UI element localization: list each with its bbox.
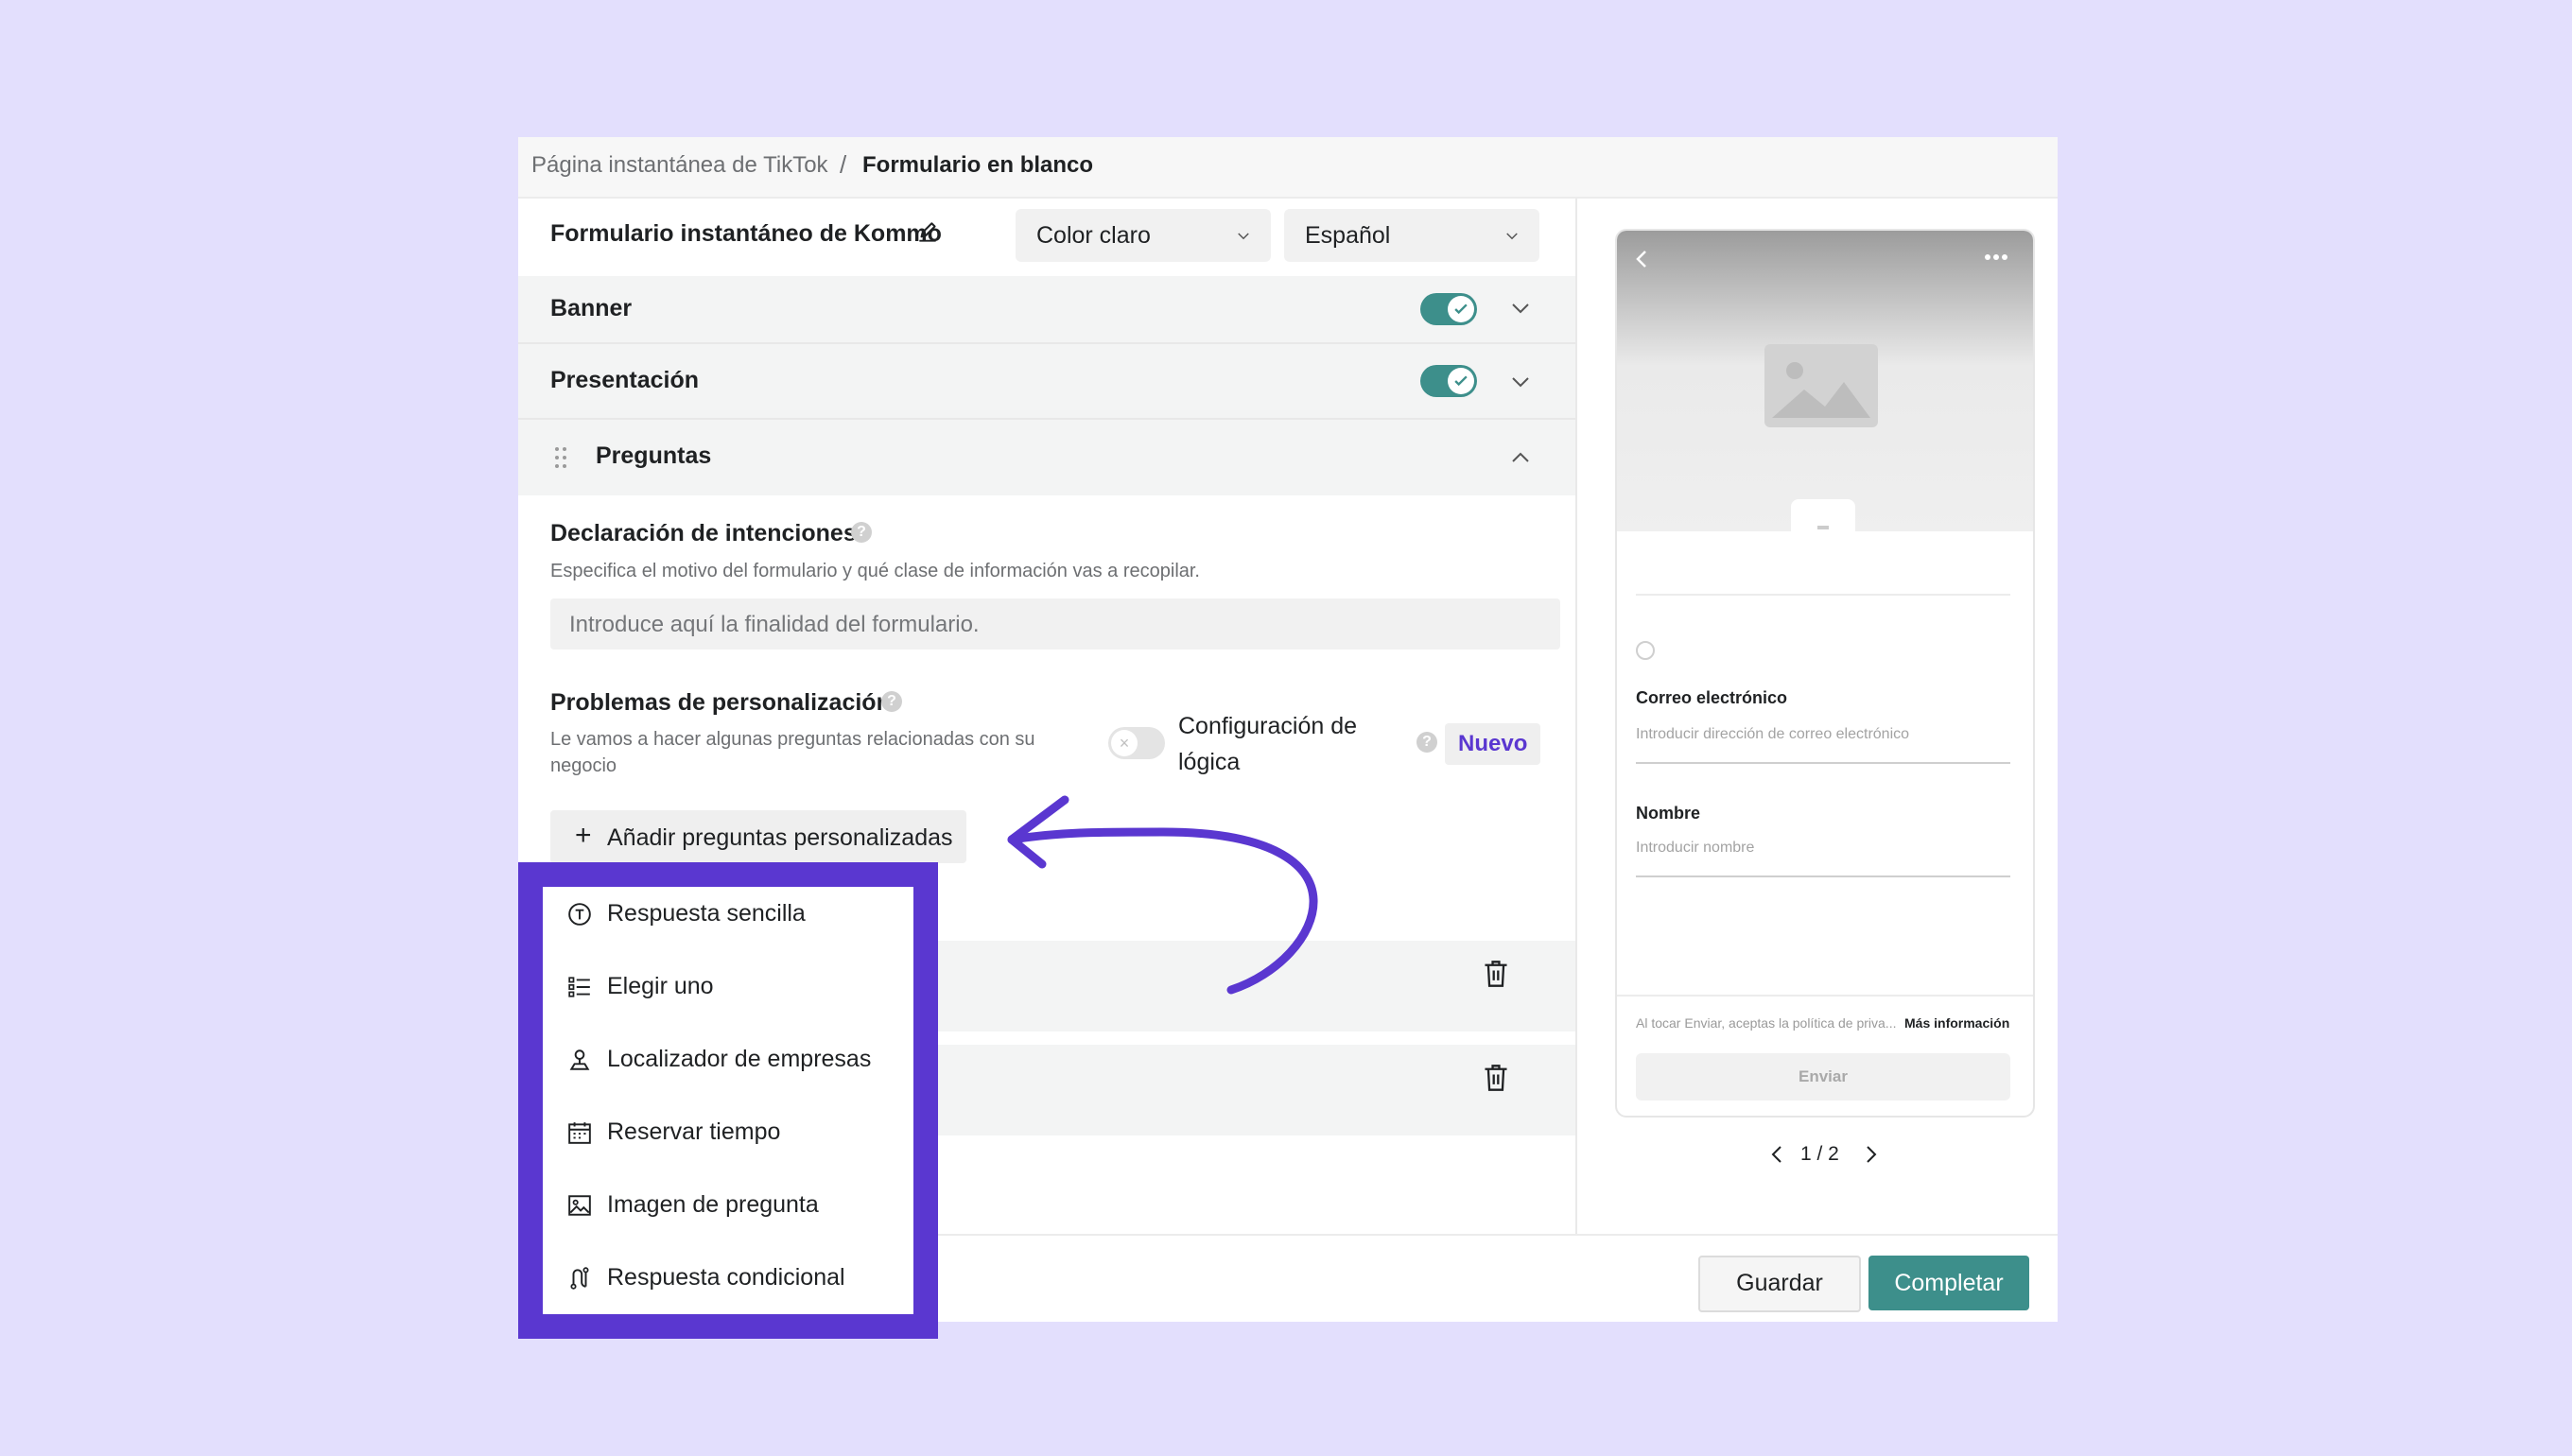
preview-logo <box>1791 499 1855 550</box>
intent-input-placeholder: Introduce aquí la finalidad del formular… <box>569 612 980 637</box>
complete-button[interactable]: Completar <box>1868 1256 2029 1310</box>
presentacion-toggle[interactable] <box>1420 365 1477 397</box>
section-preguntas[interactable]: Preguntas <box>518 420 1575 495</box>
image-placeholder-icon <box>1764 344 1878 427</box>
custom-questions-label: Problemas de personalización <box>550 689 891 716</box>
email-underline <box>1636 762 2010 764</box>
section-banner-label: Banner <box>550 295 633 321</box>
logic-config-toggle[interactable]: × <box>1108 727 1165 759</box>
breadcrumb-separator: / <box>840 150 847 179</box>
intent-description: Especifica el motivo del formulario y qu… <box>550 561 1200 581</box>
preview-pager: 1 / 2 <box>1800 1143 1839 1165</box>
branch-icon <box>570 1267 589 1290</box>
panel-divider <box>1575 199 1577 1243</box>
section-presentacion-label: Presentación <box>550 367 700 393</box>
add-custom-questions-label: Añadir preguntas personalizadas <box>607 824 953 851</box>
preview-submit-button: Enviar <box>1636 1053 2010 1101</box>
more-options-icon <box>1985 254 2007 260</box>
text-circle-icon <box>568 903 591 926</box>
theme-select-value: Color claro <box>1036 222 1151 249</box>
preview-name-placeholder: Introducir nombre <box>1636 840 1755 856</box>
breadcrumb: Página instantánea de TikTok / Formulari… <box>518 137 2058 199</box>
menu-item-label: Reservar tiempo <box>607 1118 781 1145</box>
form-title: Formulario instantáneo de Kommo <box>550 220 942 247</box>
help-icon[interactable]: ? <box>881 691 902 712</box>
save-button[interactable]: Guardar <box>1698 1256 1861 1312</box>
banner-toggle[interactable] <box>1420 293 1477 325</box>
trash-icon[interactable] <box>1483 1064 1509 1092</box>
chevron-down-icon <box>1506 233 1518 240</box>
menu-item-label: Respuesta sencilla <box>607 900 806 927</box>
chevron-right-icon[interactable] <box>1861 1143 1880 1166</box>
help-icon[interactable]: ? <box>1416 732 1437 753</box>
intent-label: Declaración de intenciones <box>550 520 857 546</box>
help-icon[interactable]: ? <box>851 522 872 543</box>
intent-input[interactable]: Introduce aquí la finalidad del formular… <box>550 598 1560 650</box>
divider <box>1617 995 2033 997</box>
logic-config-label: Configuración de lógica <box>1178 713 1358 775</box>
preview-email-placeholder: Introducir dirección de correo electróni… <box>1636 726 1910 742</box>
breadcrumb-parent-link[interactable]: Página instantánea de TikTok <box>531 152 828 179</box>
preview-disclaimer: Al tocar Enviar, aceptas la política de … <box>1636 1015 1897 1031</box>
preview-name-label: Nombre <box>1636 804 1701 823</box>
breadcrumb-current: Formulario en blanco <box>862 152 1094 178</box>
chevron-down-icon[interactable] <box>1509 371 1532 393</box>
mobile-preview: Correo electrónico Introducir dirección … <box>1615 229 2035 1118</box>
plus-icon: + <box>575 820 592 851</box>
menu-item-label: Imagen de pregunta <box>607 1191 819 1218</box>
section-presentacion[interactable]: Presentación <box>518 344 1575 420</box>
check-icon <box>1454 303 1468 315</box>
question-type-menu: Respuesta sencilla Elegir uno Localizado… <box>543 887 913 1314</box>
chevron-up-icon[interactable] <box>1509 446 1532 469</box>
edit-pencil-icon[interactable] <box>915 220 940 245</box>
drag-handle-icon[interactable] <box>554 446 567 469</box>
menu-item-label: Respuesta condicional <box>607 1264 845 1291</box>
preview-more-info-link: Más información <box>1904 1015 2010 1031</box>
location-pin-icon <box>569 1049 590 1070</box>
preview-email-label: Correo electrónico <box>1636 688 1788 707</box>
info-icon <box>1636 641 1655 660</box>
section-preguntas-label: Preguntas <box>596 442 712 469</box>
section-banner[interactable]: Banner <box>518 276 1575 344</box>
language-select[interactable]: Español <box>1284 209 1539 262</box>
theme-select[interactable]: Color claro <box>1016 209 1271 262</box>
chevron-down-icon <box>1238 233 1249 240</box>
image-icon <box>568 1195 591 1216</box>
chevron-left-icon[interactable] <box>1768 1143 1787 1166</box>
list-icon <box>568 977 590 997</box>
new-badge: Nuevo <box>1445 723 1541 765</box>
annotation-arrow-icon <box>1007 795 1318 995</box>
language-select-value: Español <box>1305 222 1391 249</box>
add-custom-questions-button[interactable]: + Añadir preguntas personalizadas <box>550 810 966 863</box>
divider <box>1636 594 2010 596</box>
calendar-icon <box>568 1122 591 1144</box>
menu-item-label: Localizador de empresas <box>607 1046 872 1072</box>
name-underline <box>1636 875 2010 877</box>
custom-questions-description: Le vamos a hacer algunas preguntas relac… <box>550 729 1035 776</box>
check-icon <box>1454 375 1468 387</box>
close-icon: × <box>1111 730 1138 756</box>
trash-icon[interactable] <box>1483 960 1509 988</box>
menu-item-label: Elegir uno <box>607 973 714 999</box>
back-arrow-icon <box>1636 251 1646 268</box>
chevron-down-icon[interactable] <box>1509 297 1532 320</box>
